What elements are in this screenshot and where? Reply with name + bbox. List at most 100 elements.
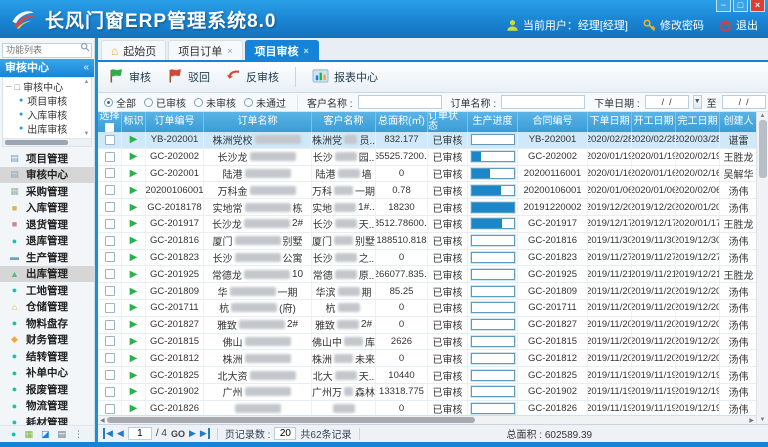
row-checkbox[interactable]: [105, 404, 115, 414]
change-password-button[interactable]: 修改密码: [643, 17, 704, 33]
c-select[interactable]: [98, 401, 122, 415]
table-row[interactable]: ▶GC-201815佛山佛山中库2626已审核GC-2018152019/11/…: [98, 334, 756, 351]
table-row[interactable]: ▶GC-202002长沙龙长沙园..65525.7200..已审核GC-2020…: [98, 149, 756, 166]
radio-option[interactable]: 未审核: [194, 95, 236, 110]
sidebar-item[interactable]: ■入库管理: [0, 200, 94, 217]
prev-page-button[interactable]: ◀: [117, 428, 124, 439]
c-progress[interactable]: [468, 334, 518, 350]
row-checkbox[interactable]: [105, 219, 115, 229]
table-row[interactable]: ▶GC-201825北大资北大天..10440已审核GC-2018252019/…: [98, 367, 756, 384]
minimize-button[interactable]: −: [716, 0, 731, 12]
dot-icon[interactable]: ●: [11, 429, 16, 439]
radio-option[interactable]: 全部: [104, 95, 136, 110]
c-select[interactable]: [98, 182, 122, 198]
tab-project-audit[interactable]: 项目审核×: [245, 40, 319, 60]
scroll-left-icon[interactable]: ◀: [100, 417, 105, 424]
column-header-9[interactable]: 下单日期: [588, 112, 632, 132]
row-checkbox[interactable]: [105, 269, 115, 279]
tree-node[interactable]: ●入库审核: [6, 107, 91, 121]
c-select[interactable]: [98, 384, 122, 400]
c-select[interactable]: [98, 300, 122, 316]
sidebar-item[interactable]: ●工地管理: [0, 282, 94, 299]
table-row[interactable]: ▶GC-201816厦门别墅厦门别墅188510.818已审核GC-201816…: [98, 233, 756, 250]
column-header-10[interactable]: 开工日期: [632, 112, 676, 132]
horizontal-scrollbar[interactable]: ◀ ▶: [98, 415, 756, 424]
order-name-input[interactable]: [501, 95, 585, 109]
c-select[interactable]: [98, 199, 122, 215]
c-progress[interactable]: [468, 233, 518, 249]
sidebar-item[interactable]: ⌂仓储管理: [0, 299, 94, 316]
scrollbar-thumb[interactable]: [107, 417, 475, 423]
column-header-2[interactable]: 订单编号: [146, 112, 204, 132]
tree-horizontal-scrollbar[interactable]: [3, 138, 91, 146]
c-progress[interactable]: [468, 132, 518, 148]
chart-icon[interactable]: ◪: [41, 429, 50, 440]
sidebar-item[interactable]: ◆财务管理: [0, 332, 94, 349]
c-progress[interactable]: [468, 250, 518, 266]
radio-icon[interactable]: [104, 98, 113, 107]
row-checkbox[interactable]: [105, 152, 115, 162]
table-row[interactable]: ▶GC-202001陆港陆港墙0已审核202001160012020/01/16…: [98, 166, 756, 183]
close-button[interactable]: ×: [750, 0, 765, 12]
column-header-4[interactable]: 客户名称: [312, 112, 376, 132]
c-select[interactable]: [98, 266, 122, 282]
row-checkbox[interactable]: [105, 303, 115, 313]
tree-expander-icon[interactable]: ─: [6, 82, 12, 91]
table-row[interactable]: ▶GC-201902广州广州万森林13318.775已审核GC-20190220…: [98, 384, 756, 401]
c-select[interactable]: [98, 149, 122, 165]
row-checkbox[interactable]: [105, 387, 115, 397]
function-search-input[interactable]: [2, 43, 92, 58]
c-progress[interactable]: [468, 300, 518, 316]
sidebar-item[interactable]: ●补单中心: [0, 365, 94, 382]
scrollbar-thumb[interactable]: [759, 120, 767, 178]
column-header-11[interactable]: 完工日期: [676, 112, 720, 132]
c-progress[interactable]: [468, 266, 518, 282]
tree-node[interactable]: ●出库审核: [6, 121, 91, 135]
column-header-8[interactable]: 合同编号: [518, 112, 588, 132]
sidebar-item[interactable]: ▦采购管理: [0, 183, 94, 200]
sidebar-item[interactable]: ▬生产管理: [0, 249, 94, 266]
logout-button[interactable]: 退出: [719, 17, 758, 33]
table-row[interactable]: ▶GC-201809华一期华滨期85.25已审核GC-2018092019/11…: [98, 283, 756, 300]
row-checkbox[interactable]: [105, 236, 115, 246]
c-select[interactable]: [98, 250, 122, 266]
column-header-6[interactable]: 订单状态: [428, 112, 468, 132]
sidebar-item[interactable]: ●退库管理: [0, 233, 94, 250]
table-row[interactable]: ▶GC-2018178实地常栋实地1#..18230已审核20191220002…: [98, 199, 756, 216]
row-checkbox[interactable]: [105, 202, 115, 212]
maximize-button[interactable]: □: [733, 0, 748, 12]
first-page-button[interactable]: ◀: [103, 428, 113, 439]
c-select[interactable]: [98, 367, 122, 383]
column-header-5[interactable]: 总面积(㎡): [376, 112, 428, 132]
radio-option[interactable]: 已审核: [144, 95, 186, 110]
toolbar-button-undo-arrow[interactable]: 反审核: [226, 69, 279, 85]
tab-project-order[interactable]: 项目订单×: [168, 40, 242, 60]
c-progress[interactable]: [468, 384, 518, 400]
go-button[interactable]: GO: [171, 429, 185, 439]
table-row[interactable]: ▶20200106001万科金万科一期0.78已审核20200106001202…: [98, 182, 756, 199]
c-select[interactable]: [98, 317, 122, 333]
row-checkbox[interactable]: [105, 320, 115, 330]
row-checkbox[interactable]: [105, 370, 115, 380]
scrollbar-thumb[interactable]: [5, 140, 68, 145]
vertical-scrollbar[interactable]: ▲ ▼: [756, 112, 768, 424]
table-row[interactable]: ▶GC-201823长沙公寓长沙之..0已审核GC-2018232019/11/…: [98, 250, 756, 267]
collapse-icon[interactable]: «: [83, 59, 89, 77]
radio-icon[interactable]: [144, 98, 153, 107]
row-checkbox[interactable]: [105, 185, 115, 195]
c-progress[interactable]: [468, 401, 518, 415]
page-number-input[interactable]: [128, 427, 152, 440]
order-date-to-input[interactable]: [722, 95, 766, 109]
row-checkbox[interactable]: [105, 336, 115, 346]
radio-icon[interactable]: [194, 98, 203, 107]
c-progress[interactable]: [468, 216, 518, 232]
c-progress[interactable]: [468, 199, 518, 215]
tab-home[interactable]: ⌂起始页: [101, 40, 166, 60]
sidebar-item[interactable]: ●报废管理: [0, 381, 94, 398]
radio-option[interactable]: 未通过: [244, 95, 286, 110]
sidebar-item[interactable]: ●耗材管理: [0, 414, 94, 425]
scroll-down-icon[interactable]: ▼: [760, 417, 766, 423]
sidebar-item[interactable]: ●物流管理: [0, 398, 94, 415]
table-row[interactable]: ▶GC-201827雅致2#雅致2#0已审核GC-2018272019/11/2…: [98, 317, 756, 334]
c-select[interactable]: [98, 166, 122, 182]
